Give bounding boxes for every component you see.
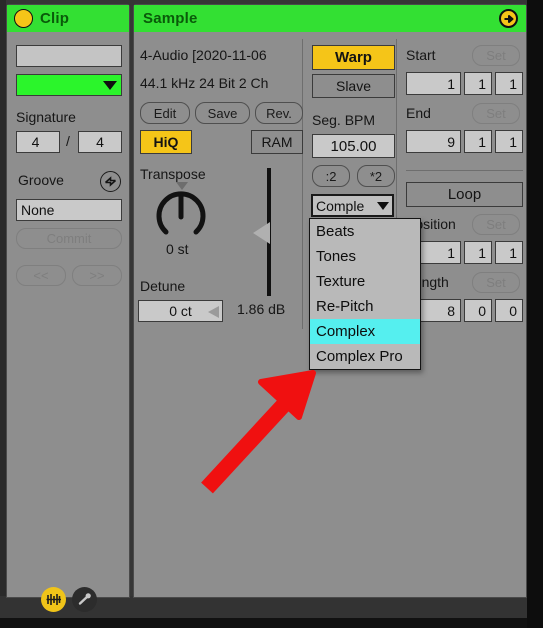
position-sixteenths-input[interactable]: 1 [495,241,523,264]
sample-panel-header[interactable]: Sample [134,5,526,32]
sample-file-info: 44.1 kHz 24 Bit 2 Ch [140,75,269,91]
ableton-clip-view: Clip Signature 4 / 4 Groove None Commit … [0,0,543,628]
detune-value: 0 ct [169,303,192,319]
transpose-knob-pointer-icon [176,182,188,190]
menu-item-complex-pro[interactable]: Complex Pro [310,344,420,369]
detune-input[interactable]: 0 ct [138,300,223,322]
signature-denominator-input[interactable]: 4 [78,131,122,153]
seg-bpm-input[interactable]: 105.00 [312,134,395,158]
warp-mode-dropdown-menu[interactable]: Beats Tones Texture Re-Pitch Complex Com… [309,218,421,370]
loop-button[interactable]: Loop [406,182,523,207]
clip-panel-header[interactable]: Clip [7,5,129,32]
groove-prev-button[interactable]: << [16,265,66,286]
position-set-button[interactable]: Set [472,214,520,235]
sample-panel-title: Sample [143,10,198,27]
transpose-value: 0 st [166,241,189,257]
clip-name-input[interactable] [16,45,122,67]
menu-item-re-pitch[interactable]: Re-Pitch [310,294,420,319]
transpose-label: Transpose [140,166,206,182]
gain-value: 1.86 dB [237,301,286,317]
gain-slider-handle[interactable] [253,222,270,244]
end-label: End [406,105,431,121]
length-sixteenths-input[interactable]: 0 [495,299,523,322]
start-set-button[interactable]: Set [472,45,520,66]
clip-panel: Clip Signature 4 / 4 Groove None Commit … [6,4,130,598]
end-beats-input[interactable]: 1 [464,130,492,153]
groove-refresh-icon[interactable] [100,171,121,192]
detune-slider-handle-icon[interactable] [208,306,219,318]
seg-bpm-label: Seg. BPM [312,112,376,128]
signature-separator: / [66,133,70,149]
window-right-edge [527,0,543,628]
groove-label: Groove [18,172,64,188]
groove-next-button[interactable]: >> [72,265,122,286]
hiq-button[interactable]: HiQ [140,130,192,154]
length-beats-input[interactable]: 0 [464,299,492,322]
warp-sync-mode-button[interactable]: Slave [312,74,395,98]
start-sixteenths-input[interactable]: 1 [495,72,523,95]
envelopes-icon[interactable] [41,587,66,612]
length-set-button[interactable]: Set [472,272,520,293]
modulation-icon[interactable] [72,587,97,612]
detune-label: Detune [140,278,186,294]
bpm-halve-button[interactable]: :2 [312,165,350,187]
chevron-down-icon [103,80,117,90]
transpose-knob[interactable] [155,182,207,240]
commit-button[interactable]: Commit [16,228,122,249]
start-label: Start [406,47,436,63]
reverse-button[interactable]: Rev. [255,102,303,124]
clip-panel-title: Clip [40,10,70,27]
bpm-double-button[interactable]: *2 [357,165,395,187]
save-button[interactable]: Save [195,102,250,124]
groove-value-input[interactable]: None [16,199,122,221]
region-divider [406,170,523,171]
start-bars-input[interactable]: 1 [406,72,461,95]
sample-file-name: 4-Audio [2020-11-06 [140,47,267,63]
column-divider-1 [302,39,303,329]
menu-item-complex[interactable]: Complex [310,319,420,344]
start-beats-input[interactable]: 1 [464,72,492,95]
warp-mode-value: Comple [316,197,365,214]
end-sixteenths-input[interactable]: 1 [495,130,523,153]
position-beats-input[interactable]: 1 [464,241,492,264]
end-set-button[interactable]: Set [472,103,520,124]
end-bars-input[interactable]: 9 [406,130,461,153]
menu-item-beats[interactable]: Beats [310,219,420,244]
menu-item-tones[interactable]: Tones [310,244,420,269]
arrow-right-circle-icon[interactable] [499,9,518,28]
signature-numerator-input[interactable]: 4 [16,131,60,153]
window-bottom-edge [0,618,543,628]
menu-item-texture[interactable]: Texture [310,269,420,294]
clip-color-chooser[interactable] [16,74,122,96]
signature-label: Signature [16,109,76,125]
clip-activator-circle-icon[interactable] [14,9,33,28]
ram-button[interactable]: RAM [251,130,303,154]
chevron-down-icon [377,202,389,210]
edit-button[interactable]: Edit [140,102,190,124]
warp-button[interactable]: Warp [312,45,395,70]
warp-mode-chooser[interactable]: Comple [311,194,394,217]
